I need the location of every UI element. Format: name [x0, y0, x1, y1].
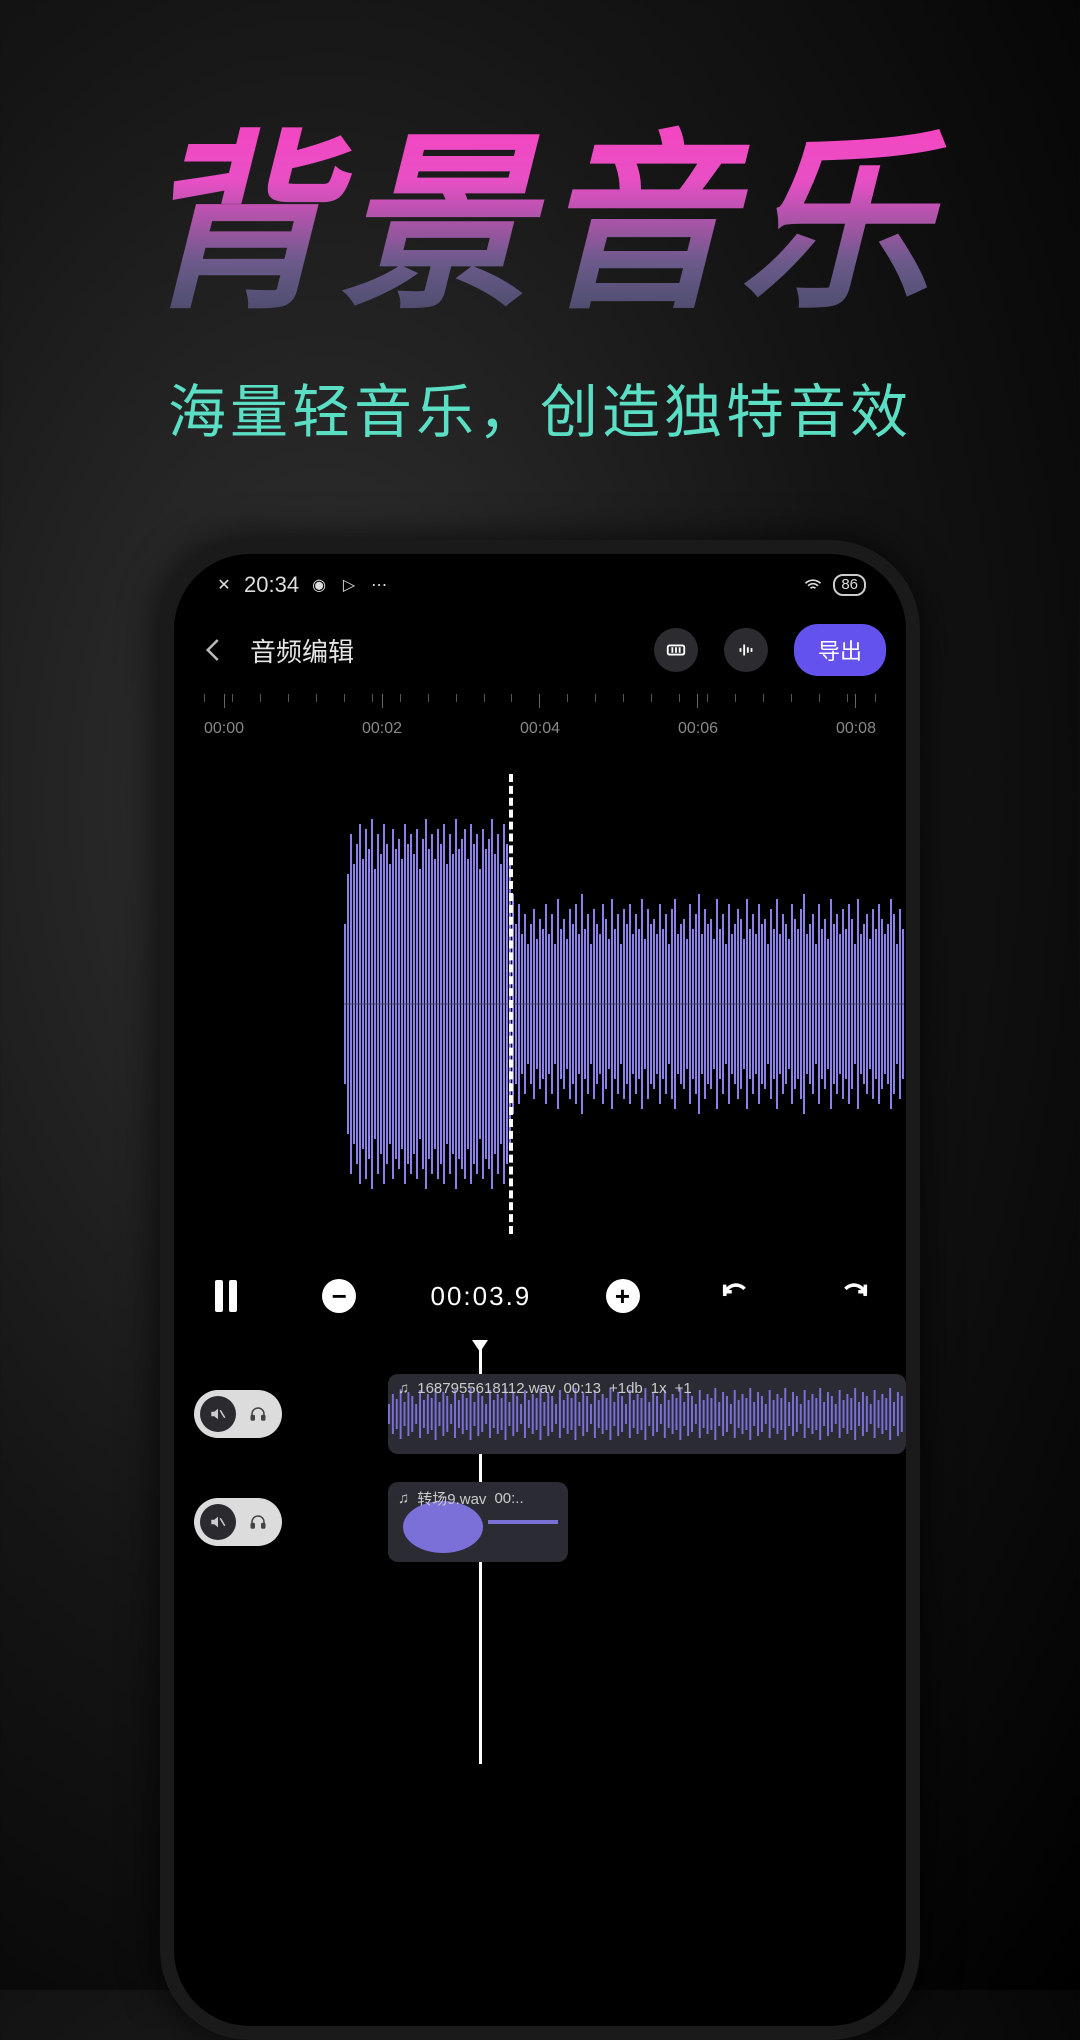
- back-button[interactable]: [194, 630, 234, 670]
- music-note-icon: ♫: [398, 1380, 409, 1397]
- pause-button[interactable]: [204, 1274, 248, 1318]
- clip-filename: 1687955618112.wav: [417, 1380, 555, 1397]
- ruler-tick-label: 00:06: [678, 720, 718, 738]
- export-button[interactable]: 导出: [794, 624, 886, 676]
- wifi-icon: [803, 575, 823, 595]
- redo-button[interactable]: [832, 1274, 876, 1318]
- main-waveform[interactable]: [174, 774, 906, 1234]
- solo-headphone-button[interactable]: [240, 1396, 276, 1432]
- timecode-display: 00:03.9: [431, 1281, 532, 1312]
- track-controls-pill: [194, 1390, 282, 1438]
- promo-subtitle: 海量轻音乐，创造独特音效: [0, 365, 1080, 449]
- mute-button[interactable]: [200, 1504, 236, 1540]
- ruler-tick-label: 00:08: [836, 720, 876, 738]
- waveform-graphic: [344, 774, 904, 1234]
- more-icon: ⋯: [369, 575, 389, 595]
- clip-duration: 00:13: [563, 1380, 601, 1397]
- timeline-ruler[interactable]: 00:00 00:02 00:04 00:06 00:08: [174, 694, 906, 774]
- app-header: 音频编辑 导出: [174, 606, 906, 694]
- statusbar: ✕ 20:34 ◉ ▷ ⋯ 86: [174, 554, 906, 606]
- close-square-icon: ✕: [214, 575, 234, 595]
- clip-filename: 转场9.wav: [417, 1488, 486, 1509]
- clip-extra: +1: [675, 1380, 692, 1397]
- waveform-button[interactable]: [724, 628, 768, 672]
- transport-bar: − 00:03.9 +: [174, 1264, 906, 1342]
- solo-headphone-button[interactable]: [240, 1504, 276, 1540]
- battery-indicator: 86: [833, 574, 866, 596]
- track-row: ♫ 1687955618112.wav 00:13 +1db 1x +1: [194, 1372, 906, 1456]
- page-title: 音频编辑: [250, 632, 628, 669]
- pause-icon: [215, 1280, 237, 1312]
- screen: ✕ 20:34 ◉ ▷ ⋯ 86 音频编辑: [174, 554, 906, 2026]
- equalizer-button[interactable]: [654, 628, 698, 672]
- zoom-out-button[interactable]: −: [322, 1279, 356, 1313]
- tracks-panel: ♫ 1687955618112.wav 00:13 +1db 1x +1: [174, 1342, 906, 1564]
- clip-gain: +1db: [609, 1380, 643, 1397]
- mute-button[interactable]: [200, 1396, 236, 1432]
- play-square-icon: ▷: [339, 575, 359, 595]
- statusbar-time: 20:34: [244, 572, 299, 598]
- phone-frame: ✕ 20:34 ◉ ▷ ⋯ 86 音频编辑: [160, 540, 920, 2040]
- clip-speed: 1x: [651, 1380, 667, 1397]
- audio-clip[interactable]: ♫ 1687955618112.wav 00:13 +1db 1x +1: [388, 1374, 906, 1454]
- audio-clip[interactable]: ♫ 转场9.wav 00:..: [388, 1482, 568, 1562]
- ruler-tick-label: 00:04: [520, 720, 560, 738]
- ruler-tick-label: 00:00: [204, 720, 244, 738]
- track-row: ♫ 转场9.wav 00:..: [194, 1480, 906, 1564]
- record-icon: ◉: [309, 575, 329, 595]
- promo-title: 背景音乐: [0, 70, 1080, 345]
- zoom-in-button[interactable]: +: [606, 1279, 640, 1313]
- music-note-icon: ♫: [398, 1490, 409, 1507]
- playhead[interactable]: [509, 774, 513, 1234]
- track-controls-pill: [194, 1498, 282, 1546]
- clip-duration: 00:..: [494, 1490, 523, 1507]
- ruler-tick-label: 00:02: [362, 720, 402, 738]
- undo-button[interactable]: [714, 1274, 758, 1318]
